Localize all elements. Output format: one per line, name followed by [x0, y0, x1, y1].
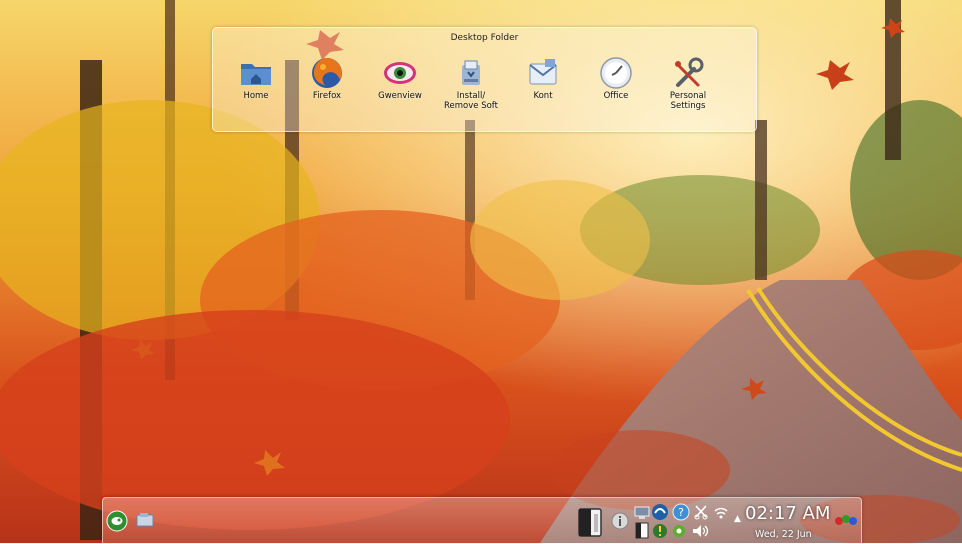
help-icon[interactable]: ? — [672, 503, 690, 521]
folder-item-gwenview[interactable]: Gwenview — [364, 55, 436, 101]
volume-icon[interactable] — [691, 523, 709, 539]
info-icon[interactable] — [611, 512, 629, 530]
warning-icon[interactable] — [652, 523, 668, 539]
folder-item-firefox[interactable]: Firefox — [291, 55, 363, 101]
folder-item-label: Home — [243, 91, 269, 101]
network-manager-icon[interactable] — [634, 504, 650, 520]
svg-text:?: ? — [678, 506, 684, 519]
wifi-icon[interactable] — [713, 506, 729, 520]
tray-expand-arrow-icon[interactable]: ▲ — [734, 514, 741, 524]
klipper-scissors-icon[interactable] — [693, 504, 709, 520]
folder-item-office[interactable]: Office — [580, 55, 652, 101]
kontact-icon — [529, 59, 557, 85]
firefox-icon — [312, 58, 342, 88]
folder-item-kontact[interactable]: Kont — [507, 55, 579, 101]
folder-item-label: Install/ Remove Soft — [444, 91, 498, 111]
package-installer-icon — [462, 60, 480, 85]
updater-icon[interactable] — [651, 503, 669, 521]
folder-item-label: Gwenview — [378, 91, 422, 101]
folder-item-label: Personal Settings — [669, 91, 707, 111]
folder-item-label: Kont — [533, 91, 553, 101]
folder-item-label: Office — [603, 91, 629, 101]
office-icon — [600, 57, 632, 89]
document-icon[interactable] — [634, 522, 650, 539]
folder-item-install-remove-software[interactable]: Install/ Remove Soft — [435, 55, 507, 111]
panel-toolbox-icon[interactable] — [834, 513, 858, 527]
clock-time[interactable]: 02:17 AM — [745, 503, 830, 524]
folder-item-home[interactable]: Home — [220, 55, 292, 101]
desktop-folder-widget: Desktop Folder Home Firefox Gwenview Ins… — [212, 27, 757, 132]
taskbar-panel: ? ▲ 02:17 AM Wed, 22 Jun — [102, 497, 862, 544]
opensuse-launcher-icon[interactable] — [106, 510, 128, 532]
device-notifier-icon[interactable] — [136, 512, 154, 528]
gear-icon[interactable] — [671, 523, 687, 539]
folder-item-personal-settings[interactable]: Personal Settings — [652, 55, 724, 111]
clock-date[interactable]: Wed, 22 Jun — [755, 529, 812, 540]
settings-wrench-icon — [675, 57, 704, 87]
clipboard-icon[interactable] — [576, 506, 606, 538]
home-folder-icon — [241, 64, 271, 85]
folder-item-label: Firefox — [312, 91, 342, 101]
folder-title: Desktop Folder — [450, 33, 519, 43]
gwenview-eye-icon — [384, 62, 416, 84]
